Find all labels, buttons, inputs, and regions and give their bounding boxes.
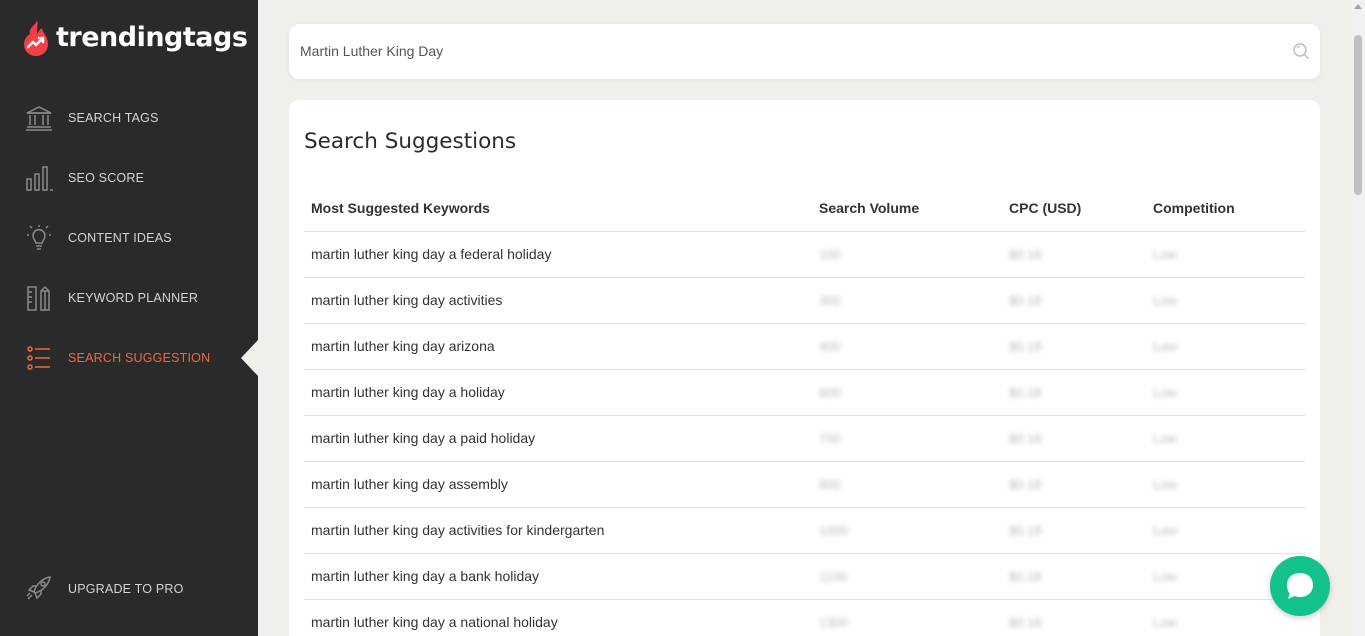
competition-cell: Low	[1146, 323, 1305, 370]
volume-cell: 600	[812, 369, 1002, 416]
suggestions-card: Search Suggestions Most Suggested Keywor…	[289, 100, 1320, 636]
brand-name: trendingtags	[56, 21, 248, 53]
column-header-keywords: Most Suggested Keywords	[304, 185, 812, 232]
sidebar-item-label: CONTENT IDEAS	[68, 231, 172, 245]
ruler-pencil-icon	[27, 285, 50, 311]
sidebar-item-label: KEYWORD PLANNER	[68, 291, 199, 305]
table-row[interactable]: martin luther king day activities 300 $0…	[304, 277, 1305, 324]
keyword-cell: martin luther king day activities	[304, 277, 812, 324]
keyword-cell: martin luther king day assembly	[304, 461, 812, 508]
sidebar-item-content-ideas[interactable]: CONTENT IDEAS	[0, 218, 258, 258]
column-header-cpc: CPC (USD)	[1002, 185, 1146, 232]
cpc-cell: $0.18	[1002, 415, 1146, 462]
chat-button[interactable]	[1270, 556, 1330, 616]
page-scrollbar[interactable]	[1351, 0, 1365, 636]
table-header-row: Most Suggested Keywords Search Volume CP…	[304, 185, 1305, 232]
table-row[interactable]: martin luther king day assembly 800 $0.1…	[304, 461, 1305, 508]
table-row[interactable]: martin luther king day activities for ki…	[304, 507, 1305, 554]
table-row[interactable]: martin luther king day a holiday 600 $0.…	[304, 369, 1305, 416]
keyword-cell: martin luther king day a bank holiday	[304, 553, 812, 600]
cpc-cell: $0.18	[1002, 599, 1146, 636]
scroll-thumb[interactable]	[1354, 35, 1362, 195]
cpc-cell: $0.18	[1002, 461, 1146, 508]
column-header-competition: Competition	[1146, 185, 1305, 232]
cpc-cell: $0.18	[1002, 369, 1146, 416]
cpc-cell: $0.18	[1002, 323, 1146, 370]
scroll-up-arrow-icon[interactable]	[1354, 4, 1362, 9]
volume-cell: 400	[812, 323, 1002, 370]
cpc-cell: $0.18	[1002, 507, 1146, 554]
table-row[interactable]: martin luther king day a paid holiday 70…	[304, 415, 1305, 462]
table-row[interactable]: martin luther king day arizona 400 $0.18…	[304, 323, 1305, 370]
bank-icon	[26, 106, 52, 131]
volume-cell: 1000	[812, 507, 1002, 554]
keyword-cell: martin luther king day activities for ki…	[304, 507, 812, 554]
keyword-cell: martin luther king day a paid holiday	[304, 415, 812, 462]
table-row[interactable]: martin luther king day a federal holiday…	[304, 231, 1305, 278]
keyword-cell: martin luther king day a national holida…	[304, 599, 812, 636]
competition-cell: Low	[1146, 415, 1305, 462]
volume-cell: 1100	[812, 553, 1002, 600]
table-row[interactable]: martin luther king day a bank holiday 11…	[304, 553, 1305, 600]
volume-cell: 700	[812, 415, 1002, 462]
bar-chart-icon	[26, 166, 53, 191]
sidebar-item-label: SEARCH TAGS	[68, 111, 159, 125]
sidebar-item-label: SEARCH SUGGESTION	[68, 351, 211, 365]
page-title: Search Suggestions	[304, 129, 517, 154]
chat-bubble-icon	[1287, 573, 1313, 599]
competition-cell: Low	[1146, 369, 1305, 416]
volume-cell: 800	[812, 461, 1002, 508]
search-input[interactable]	[300, 40, 1260, 62]
keyword-cell: martin luther king day a federal holiday	[304, 231, 812, 278]
keyword-cell: martin luther king day arizona	[304, 323, 812, 370]
cpc-cell: $0.18	[1002, 231, 1146, 278]
sidebar-item-seo-score[interactable]: SEO SCORE	[0, 158, 258, 198]
column-header-volume: Search Volume	[812, 185, 1002, 232]
flame-logo-icon	[24, 18, 48, 56]
competition-cell: Low	[1146, 461, 1305, 508]
competition-cell: Low	[1146, 277, 1305, 324]
lightbulb-icon	[27, 225, 51, 250]
table-row[interactable]: martin luther king day a national holida…	[304, 599, 1305, 636]
sidebar: trendingtags SEARCH TAGS SEO SCORE CONTE…	[0, 0, 258, 636]
cpc-cell: $0.18	[1002, 553, 1146, 600]
volume-cell: 1300	[812, 599, 1002, 636]
competition-cell: Low	[1146, 231, 1305, 278]
sidebar-item-label: SEO SCORE	[68, 171, 145, 185]
volume-cell: 100	[812, 231, 1002, 278]
competition-cell: Low	[1146, 507, 1305, 554]
upgrade-to-pro-button[interactable]: UPGRADE TO PRO	[0, 569, 258, 609]
sidebar-item-keyword-planner[interactable]: KEYWORD PLANNER	[0, 278, 258, 318]
sidebar-item-search-suggestion[interactable]: SEARCH SUGGESTION	[0, 338, 258, 378]
search-icon[interactable]	[1292, 42, 1310, 60]
logo[interactable]: trendingtags	[22, 16, 248, 58]
keyword-cell: martin luther king day a holiday	[304, 369, 812, 416]
sidebar-item-search-tags[interactable]: SEARCH TAGS	[0, 98, 258, 138]
upgrade-label: UPGRADE TO PRO	[68, 582, 184, 596]
active-indicator	[241, 340, 258, 376]
search-bar	[289, 24, 1320, 79]
rocket-icon	[26, 576, 51, 600]
list-icon	[27, 346, 50, 370]
suggestions-table: Most Suggested Keywords Search Volume CP…	[304, 185, 1305, 636]
volume-cell: 300	[812, 277, 1002, 324]
cpc-cell: $0.18	[1002, 277, 1146, 324]
